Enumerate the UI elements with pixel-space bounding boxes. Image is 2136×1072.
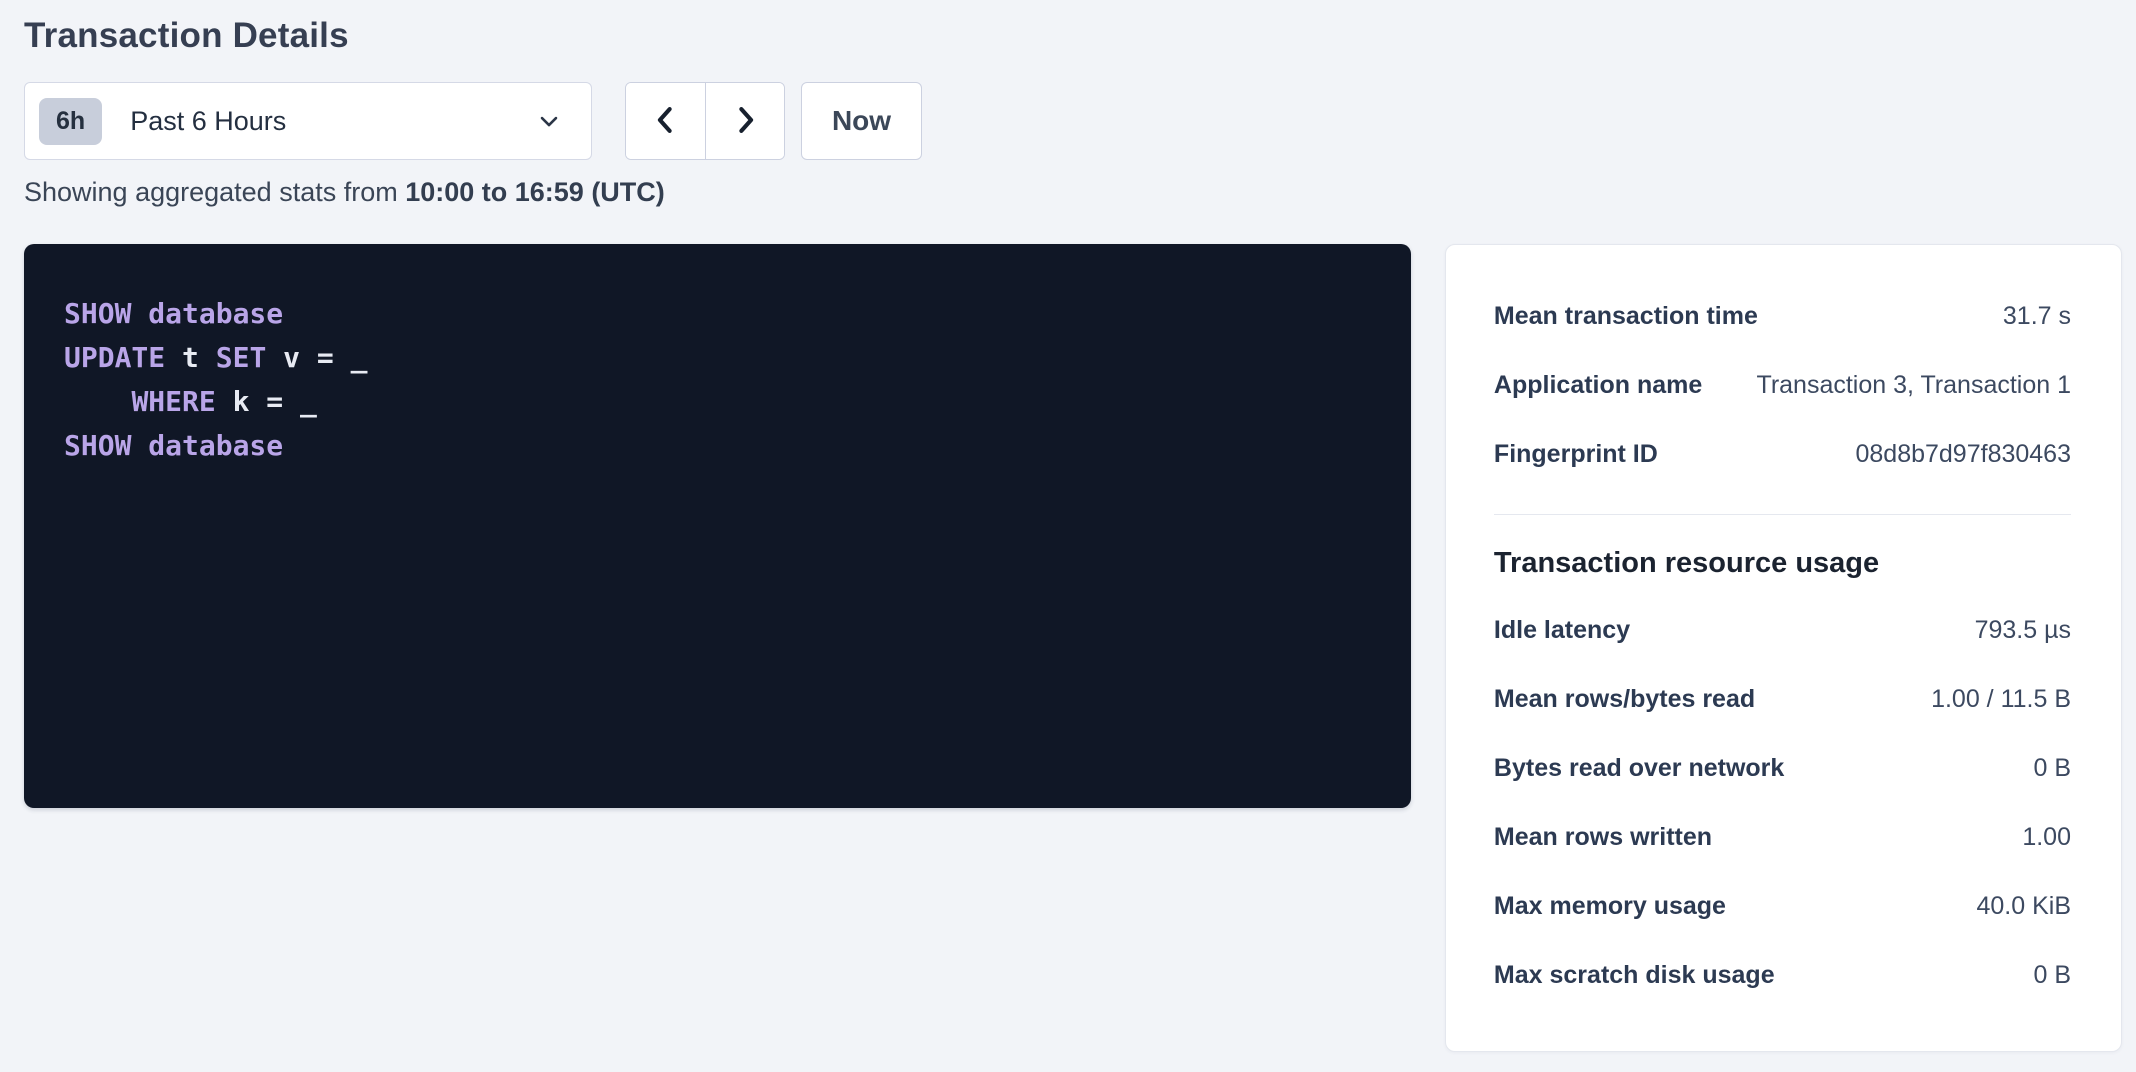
stat-label: Max scratch disk usage [1494,961,1775,990]
stat-label: Application name [1494,371,1702,400]
time-step-button-group [625,82,785,160]
chevron-left-icon [651,103,681,140]
main-content: SHOW database UPDATE t SET v = _ WHERE k … [24,244,2122,1052]
stat-label: Bytes read over network [1494,754,1784,783]
summary-stats-section: Mean transaction time 31.7 s Application n… [1494,282,2071,489]
stat-row: Fingerprint ID 08d8b7d97f830463 [1494,420,2071,489]
stat-value: 793.5 µs [1975,616,2071,645]
transaction-details-page: Transaction Details 6h Past 6 Hours [0,0,2136,1052]
stat-row: Max memory usage 40.0 KiB [1494,872,2071,941]
next-interval-button[interactable] [705,83,784,159]
stat-row: Idle latency 793.5 µs [1494,596,2071,665]
now-button[interactable]: Now [801,82,922,160]
aggregation-caption: Showing aggregated stats from 10:00 to 1… [24,177,2122,208]
sql-plain-token: t [165,341,216,374]
stat-value: 40.0 KiB [1976,892,2071,921]
stat-value: 0 B [2033,754,2071,783]
sql-code-line: UPDATE t SET v = _ [64,336,1371,380]
time-controls: 6h Past 6 Hours [24,82,2122,160]
stat-row: Application name Transaction 3, Transacti… [1494,351,2071,420]
stat-label: Mean rows/bytes read [1494,685,1755,714]
caption-time-range: 10:00 to 16:59 (UTC) [405,177,665,207]
sql-keyword-token: SHOW database [64,297,283,330]
sql-plain-token: k = _ [216,385,317,418]
transaction-stats-card: Mean transaction time 31.7 s Application n… [1445,244,2122,1052]
stat-row: Mean transaction time 31.7 s [1494,282,2071,351]
page-title: Transaction Details [24,16,2122,56]
stat-value: 1.00 [2022,823,2071,852]
sql-code-line: SHOW database [64,424,1371,468]
sql-keyword-token: WHERE [131,385,215,418]
sql-code-line: SHOW database [64,292,1371,336]
stat-row: Mean rows/bytes read 1.00 / 11.5 B [1494,665,2071,734]
stat-label: Idle latency [1494,616,1630,645]
stat-label: Max memory usage [1494,892,1726,921]
stat-row: Bytes read over network 0 B [1494,734,2071,803]
sql-keyword-token: UPDATE [64,341,165,374]
stat-value: 1.00 / 11.5 B [1931,685,2071,714]
resource-usage-heading: Transaction resource usage [1494,537,2071,596]
sql-statement-panel: SHOW database UPDATE t SET v = _ WHERE k … [24,244,1411,808]
stat-row: Max scratch disk usage 0 B [1494,941,2071,1010]
sql-code-line: WHERE k = _ [64,380,1371,424]
resource-usage-section: Idle latency 793.5 µs Mean rows/bytes read… [1494,596,2071,1010]
time-range-label: Past 6 Hours [130,106,286,137]
previous-interval-button[interactable] [626,83,705,159]
sql-statement-text: SHOW database UPDATE t SET v = _ WHERE k … [64,292,1371,468]
sql-plain-token [64,385,131,418]
stat-value: 31.7 s [2003,302,2071,331]
card-divider [1494,514,2071,515]
stat-value: 08d8b7d97f830463 [1855,440,2071,469]
stat-label: Mean rows written [1494,823,1712,852]
time-range-dropdown[interactable]: 6h Past 6 Hours [24,82,592,160]
stat-label: Fingerprint ID [1494,440,1658,469]
chevron-down-icon [535,107,563,135]
stat-row: Mean rows written 1.00 [1494,803,2071,872]
sql-plain-token: v = _ [266,341,367,374]
stat-value: 0 B [2033,961,2071,990]
caption-prefix: Showing aggregated stats from [24,177,405,207]
sql-keyword-token: SET [216,341,267,374]
sql-keyword-token: SHOW database [64,429,283,462]
time-range-badge: 6h [39,98,102,145]
chevron-right-icon [730,103,760,140]
stat-value: Transaction 3, Transaction 1 [1756,371,2071,400]
stat-label: Mean transaction time [1494,302,1758,331]
